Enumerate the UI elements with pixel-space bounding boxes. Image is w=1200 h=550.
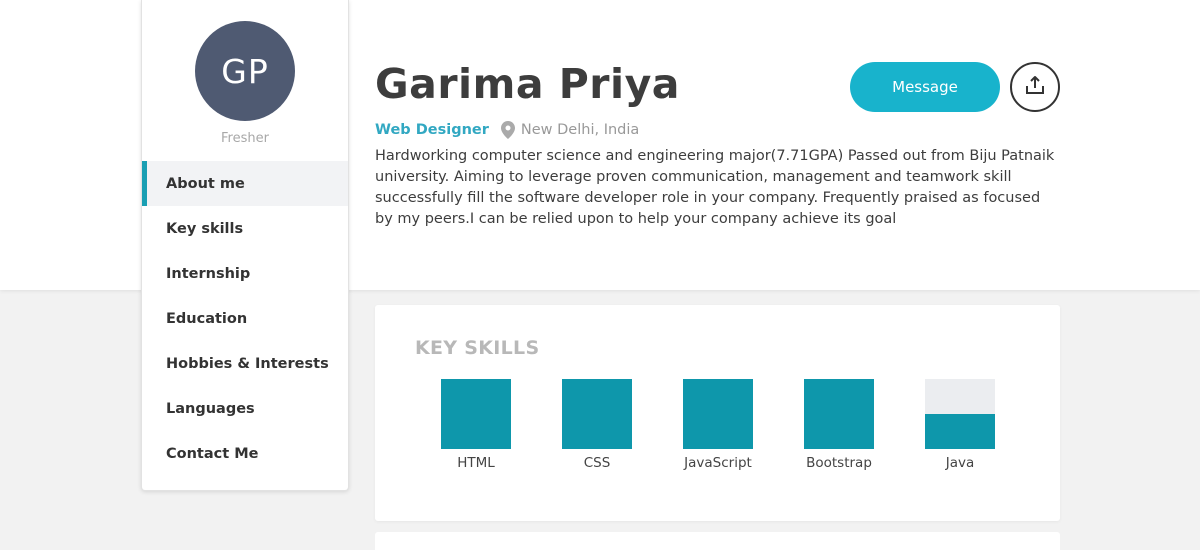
skill-item: HTML: [441, 379, 511, 471]
location-pin-icon: [500, 121, 515, 139]
sidebar-item-languages[interactable]: Languages: [142, 386, 348, 431]
sidebar-item-about-me[interactable]: About me: [142, 161, 348, 206]
skill-item: Bootstrap: [804, 379, 874, 471]
message-button[interactable]: Message: [850, 62, 1000, 112]
sidebar-nav: About me Key skills Internship Education…: [142, 161, 348, 476]
next-section-card: [375, 532, 1060, 550]
status-label: Fresher: [221, 131, 269, 146]
key-skills-title: KEY SKILLS: [415, 337, 540, 359]
skill-meter: [925, 379, 995, 449]
share-upload-icon: [1025, 75, 1045, 99]
skill-label: CSS: [583, 455, 611, 471]
skill-label: HTML: [457, 455, 495, 471]
share-button[interactable]: [1010, 62, 1060, 112]
skill-item: JavaScript: [683, 379, 753, 471]
profile-sidebar: GP Fresher About me Key skills Internshi…: [141, 0, 349, 491]
skill-item: Java: [925, 379, 995, 471]
skill-meter-fill: [804, 379, 874, 449]
profile-name: Garima Priya: [375, 60, 680, 108]
avatar-initials: GP: [221, 51, 269, 91]
skill-meter: [562, 379, 632, 449]
skill-meter-fill: [683, 379, 753, 449]
sidebar-item-internship[interactable]: Internship: [142, 251, 348, 296]
skill-meter: [441, 379, 511, 449]
skill-meter-fill: [562, 379, 632, 449]
skill-label: Bootstrap: [806, 455, 872, 471]
role-location-line: Web Designer New Delhi, India: [375, 120, 639, 140]
avatar: GP: [195, 21, 295, 121]
skill-item: CSS: [562, 379, 632, 471]
key-skills-card: KEY SKILLS HTML CSS JavaScript Bootstrap…: [375, 305, 1060, 521]
sidebar-item-education[interactable]: Education: [142, 296, 348, 341]
skill-meter-fill: [441, 379, 511, 449]
skill-label: Java: [945, 455, 975, 471]
location-text: New Delhi, India: [520, 122, 640, 138]
role-title[interactable]: Web Designer: [375, 122, 489, 138]
skill-label: JavaScript: [684, 455, 752, 471]
sidebar-item-contact-me[interactable]: Contact Me: [142, 431, 348, 476]
skill-meter: [683, 379, 753, 449]
skill-meter: [804, 379, 874, 449]
profile-bio: Hardworking computer science and enginee…: [375, 148, 1055, 227]
skill-meter-fill: [925, 414, 995, 449]
sidebar-item-key-skills[interactable]: Key skills: [142, 206, 348, 251]
sidebar-item-hobbies-interests[interactable]: Hobbies & Interests: [142, 341, 348, 386]
